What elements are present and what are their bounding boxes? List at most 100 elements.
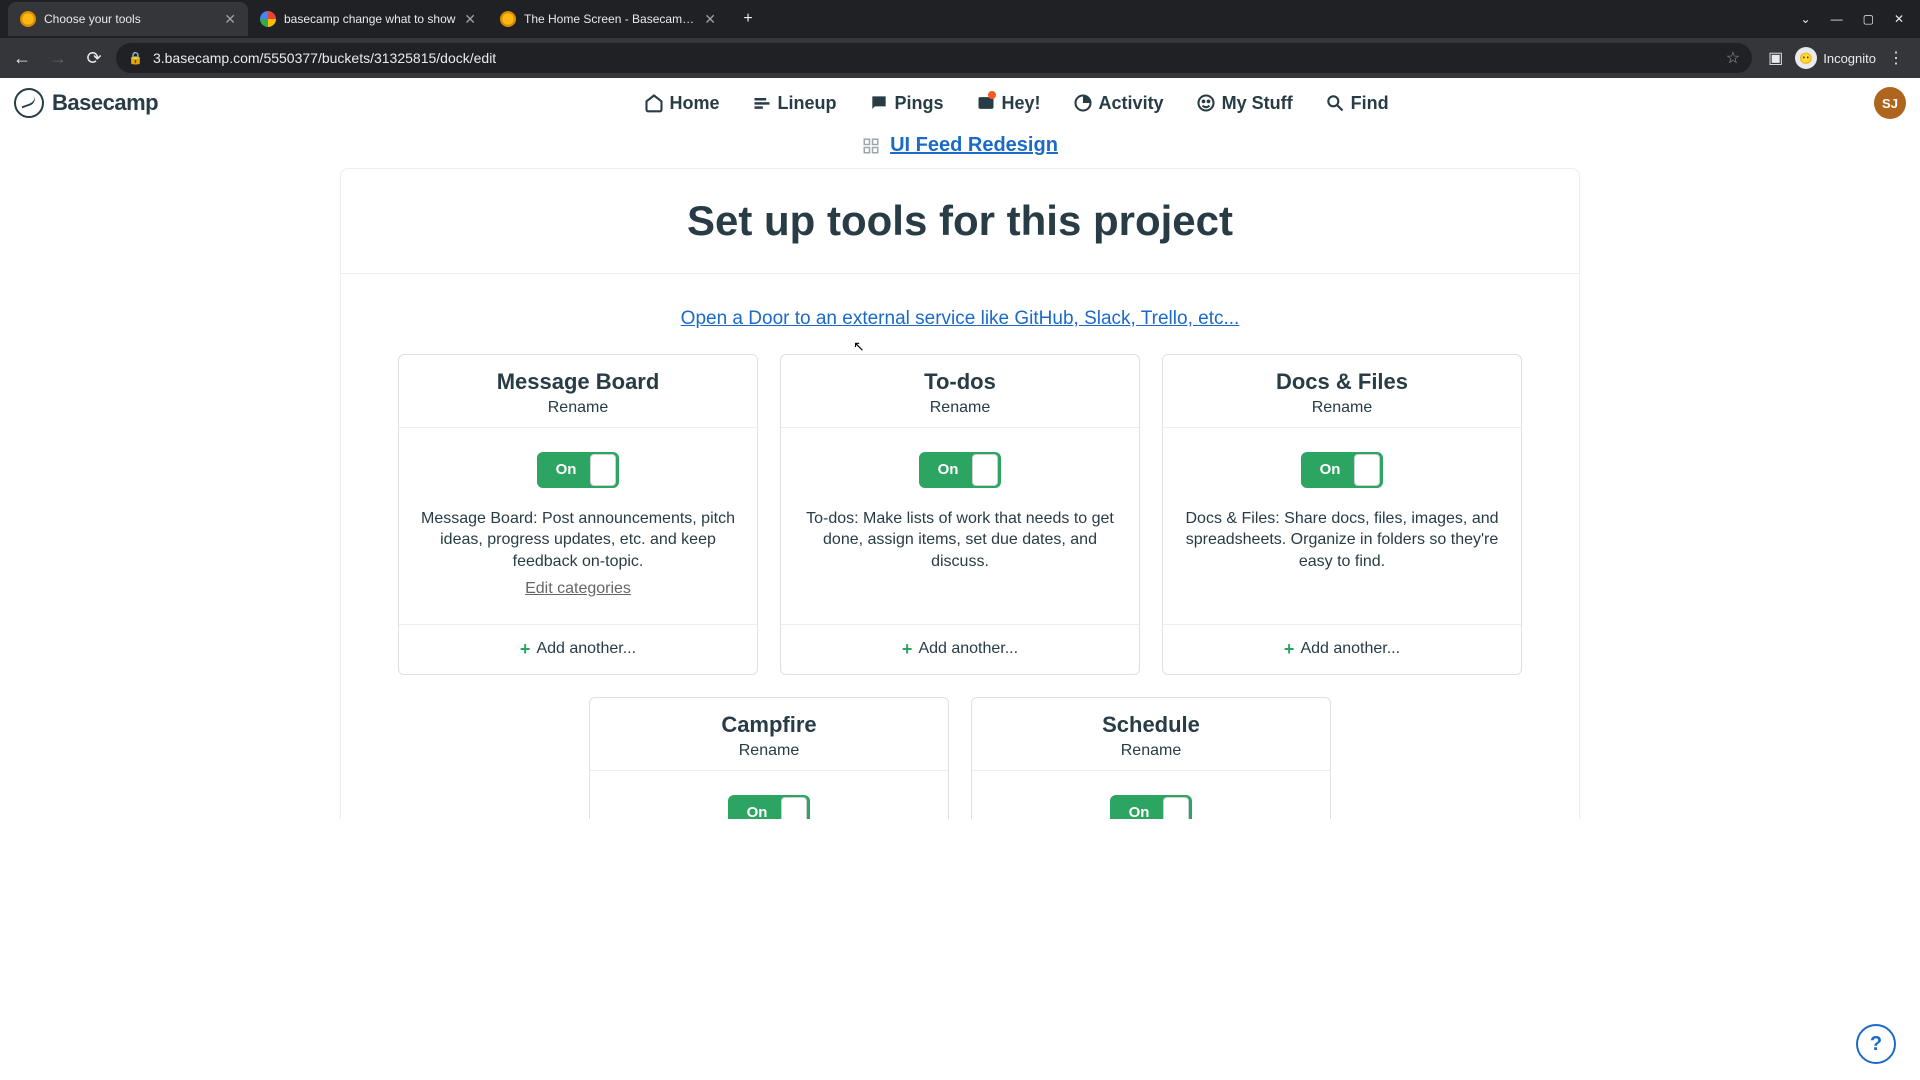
- nav-mystuff[interactable]: My Stuff: [1196, 93, 1293, 114]
- tool-head: Campfire Rename: [590, 698, 948, 771]
- tool-body: On Message Board: Post announcements, pi…: [399, 428, 757, 624]
- activity-icon: [1073, 93, 1093, 113]
- card-page: Set up tools for this project Open a Doo…: [340, 168, 1580, 820]
- nav-hey[interactable]: Hey!: [976, 93, 1041, 114]
- toggle-label: On: [729, 804, 781, 819]
- edit-categories-link[interactable]: Edit categories: [421, 580, 735, 598]
- search-icon: [1325, 93, 1345, 113]
- nav-lineup[interactable]: Lineup: [752, 93, 837, 114]
- url-text: 3.basecamp.com/5550377/buckets/31325815/…: [153, 50, 1716, 66]
- tool-title: Campfire: [590, 712, 948, 738]
- toggle-handle: [781, 797, 807, 820]
- tool-message-board: Message Board Rename On Message Board: P…: [398, 354, 758, 675]
- favicon-basecamp: [500, 11, 516, 27]
- reload-button[interactable]: ⟳: [80, 44, 108, 72]
- open-door-link[interactable]: Open a Door to an external service like …: [341, 274, 1579, 354]
- toggle-handle: [972, 454, 998, 486]
- minimize-icon[interactable]: —: [1831, 12, 1843, 26]
- maximize-icon[interactable]: ▢: [1863, 12, 1874, 26]
- tool-campfire: Campfire Rename On Campfire: Chat casual…: [589, 697, 949, 820]
- tab-dropdown-icon[interactable]: ⌄: [1801, 12, 1811, 26]
- page-content: UI Feed Redesign Set up tools for this p…: [340, 128, 1580, 819]
- tool-title: To-dos: [781, 369, 1139, 395]
- tab-title: basecamp change what to show: [284, 12, 456, 26]
- tool-title: Docs & Files: [1163, 369, 1521, 395]
- toggle-on[interactable]: On: [919, 452, 1001, 488]
- tool-title: Message Board: [399, 369, 757, 395]
- rename-button[interactable]: Rename: [590, 742, 948, 760]
- rename-button[interactable]: Rename: [781, 399, 1139, 417]
- tool-desc: Docs & Files: Share docs, files, images,…: [1185, 508, 1499, 573]
- tool-todos: To-dos Rename On To-dos: Make lists of w…: [780, 354, 1140, 675]
- new-tab-button[interactable]: +: [734, 5, 762, 33]
- extensions-icon[interactable]: ▣: [1768, 48, 1783, 68]
- tools-row-2: Campfire Rename On Campfire: Chat casual…: [341, 697, 1579, 820]
- toggle-handle: [590, 454, 616, 486]
- add-another-button[interactable]: + Add another...: [1163, 624, 1521, 674]
- add-another-button[interactable]: + Add another...: [781, 624, 1139, 674]
- pings-icon: [869, 93, 889, 113]
- toolbar-right: ▣ 😶 Incognito ⋮: [1760, 47, 1912, 69]
- toggle-on[interactable]: On: [1110, 795, 1192, 820]
- tools-row-1: Message Board Rename On Message Board: P…: [341, 354, 1579, 675]
- forward-button[interactable]: →: [44, 44, 72, 72]
- close-icon[interactable]: ✕: [224, 11, 236, 28]
- nav-home[interactable]: Home: [644, 93, 720, 114]
- tool-body: On Schedule: Set important dates on a sh…: [972, 771, 1330, 820]
- page-title: Set up tools for this project: [341, 169, 1579, 274]
- rename-button[interactable]: Rename: [399, 399, 757, 417]
- toggle-label: On: [538, 461, 590, 478]
- mystuff-icon: [1196, 93, 1216, 113]
- basecamp-logo-icon: [14, 88, 44, 118]
- add-another-button[interactable]: + Add another...: [399, 624, 757, 674]
- nav-find[interactable]: Find: [1325, 93, 1389, 114]
- star-icon[interactable]: ☆: [1726, 48, 1740, 68]
- tab-title: Choose your tools: [44, 12, 216, 26]
- incognito-badge[interactable]: 😶 Incognito: [1795, 47, 1876, 69]
- toggle-on[interactable]: On: [537, 452, 619, 488]
- url-field[interactable]: 🔒 3.basecamp.com/5550377/buckets/3132581…: [116, 43, 1752, 73]
- rename-button[interactable]: Rename: [972, 742, 1330, 760]
- close-window-icon[interactable]: ✕: [1894, 12, 1904, 26]
- tool-title: Schedule: [972, 712, 1330, 738]
- breadcrumb[interactable]: UI Feed Redesign: [862, 134, 1058, 157]
- browser-chrome: Choose your tools ✕ basecamp change what…: [0, 0, 1920, 78]
- close-icon[interactable]: ✕: [464, 11, 476, 28]
- tool-head: Schedule Rename: [972, 698, 1330, 771]
- plus-icon: +: [902, 639, 913, 660]
- home-icon: [644, 93, 664, 113]
- tab-2[interactable]: The Home Screen - Basecamp He ✕: [488, 2, 728, 36]
- close-icon[interactable]: ✕: [704, 11, 716, 28]
- avatar[interactable]: SJ: [1874, 87, 1906, 119]
- tool-head: To-dos Rename: [781, 355, 1139, 428]
- tool-body: On To-dos: Make lists of work that needs…: [781, 428, 1139, 624]
- tool-desc: To-dos: Make lists of work that needs to…: [803, 508, 1117, 573]
- toggle-on[interactable]: On: [728, 795, 810, 820]
- kebab-menu-icon[interactable]: ⋮: [1888, 48, 1904, 68]
- toggle-handle: [1163, 797, 1189, 820]
- nav-activity[interactable]: Activity: [1073, 93, 1164, 114]
- tool-head: Docs & Files Rename: [1163, 355, 1521, 428]
- window-controls: ⌄ — ▢ ✕: [1801, 12, 1920, 26]
- plus-icon: +: [520, 639, 531, 660]
- tab-1[interactable]: basecamp change what to show ✕: [248, 2, 488, 36]
- toggle-on[interactable]: On: [1301, 452, 1383, 488]
- app-header: Basecamp Home Lineup Pings Hey! A: [0, 78, 1920, 128]
- incognito-icon: 😶: [1795, 47, 1817, 69]
- rename-button[interactable]: Rename: [1163, 399, 1521, 417]
- tab-title: The Home Screen - Basecamp He: [524, 12, 696, 26]
- address-bar: ← → ⟳ 🔒 3.basecamp.com/5550377/buckets/3…: [0, 38, 1920, 78]
- back-button[interactable]: ←: [8, 44, 36, 72]
- nav-pings[interactable]: Pings: [869, 93, 944, 114]
- toggle-label: On: [1302, 461, 1354, 478]
- favicon-google: [260, 11, 276, 27]
- toggle-label: On: [920, 461, 972, 478]
- tool-docs-files: Docs & Files Rename On Docs & Files: Sha…: [1162, 354, 1522, 675]
- favicon-basecamp: [20, 11, 36, 27]
- app: Basecamp Home Lineup Pings Hey! A: [0, 78, 1920, 819]
- tool-body: On Docs & Files: Share docs, files, imag…: [1163, 428, 1521, 624]
- toggle-handle: [1354, 454, 1380, 486]
- logo[interactable]: Basecamp: [14, 88, 158, 118]
- tab-0[interactable]: Choose your tools ✕: [8, 2, 248, 36]
- lock-icon: 🔒: [128, 51, 143, 65]
